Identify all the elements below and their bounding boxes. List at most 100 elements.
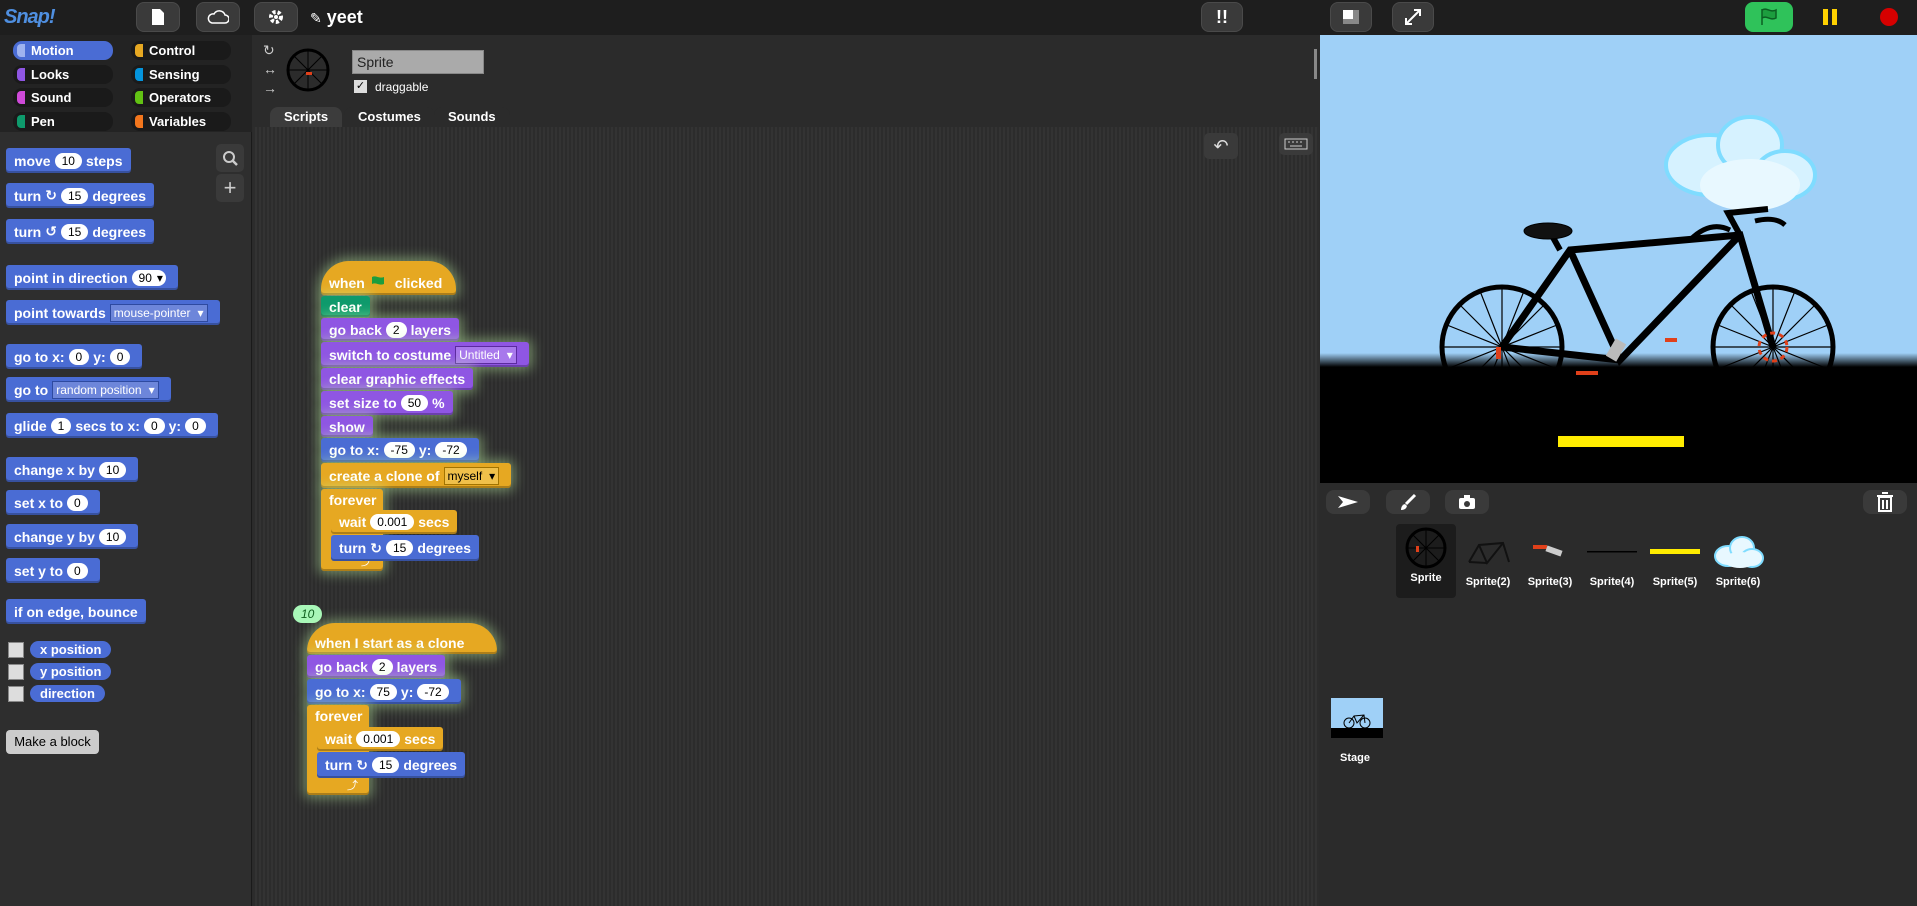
keyboard-entry-button[interactable] (1279, 133, 1313, 155)
block-input[interactable]: 15 (385, 540, 414, 556)
make-a-block-button[interactable]: Make a block (6, 730, 99, 754)
stop-button[interactable] (1868, 2, 1910, 32)
reporter-x-position[interactable]: x position (30, 641, 112, 658)
resize-handle[interactable] (1314, 49, 1317, 79)
category-sound[interactable]: Sound (13, 88, 113, 107)
draggable-checkbox[interactable]: ✓ (354, 80, 367, 93)
block-go-back-layers-2[interactable]: go back 2 layers (307, 655, 446, 678)
block-turn-counterclockwise[interactable]: turn ↺ 15 degrees (6, 219, 155, 244)
block-input[interactable]: 75 (369, 683, 397, 700)
block-bounce[interactable]: if on edge, bounce (6, 599, 146, 624)
category-pen[interactable]: Pen (13, 112, 113, 131)
category-motion[interactable]: Motion (13, 41, 113, 60)
category-looks[interactable]: Looks (13, 65, 113, 84)
dont-rotate-icon[interactable]: → (263, 79, 277, 98)
paint-new-sprite-button[interactable] (1386, 490, 1430, 514)
block-turn-script[interactable]: turn ↻ 15 degrees (331, 535, 480, 561)
search-blocks-button[interactable] (216, 144, 244, 172)
category-operators[interactable]: Operators (131, 88, 231, 107)
block-set-x[interactable]: set x to 0 (6, 490, 100, 515)
scripting-area[interactable]: ↶ when clicked clear go back 2 layers sw… (253, 127, 1319, 906)
block-input[interactable]: -72 (417, 683, 449, 700)
settings-menu-button[interactable] (254, 2, 298, 32)
tab-costumes[interactable]: Costumes (344, 107, 435, 127)
block-glide[interactable]: glide 1 secs to x: 0 y: 0 (6, 413, 218, 438)
y-position-watcher-checkbox[interactable] (8, 664, 24, 680)
block-set-size[interactable]: set size to 50 % (321, 391, 453, 415)
block-input[interactable]: 10 (54, 152, 82, 169)
make-block-plus-button[interactable]: + (216, 174, 244, 202)
pause-button[interactable] (1809, 2, 1851, 32)
block-input[interactable]: 0 (185, 417, 206, 434)
undo-button[interactable]: ↶ (1204, 133, 1238, 159)
stage-size-button[interactable] (1330, 2, 1372, 32)
delete-sprite-button[interactable] (1863, 490, 1907, 514)
block-wait-2[interactable]: wait 0.001 secs (317, 727, 444, 751)
snap-logo[interactable]: Snap! (4, 3, 62, 31)
block-go-to-xy-script[interactable]: go to x: -75 y: -72 (321, 438, 479, 462)
block-point-in-direction[interactable]: point in direction 90 ▾ (6, 265, 178, 290)
rotate-all-around-icon[interactable]: ↻ (263, 41, 277, 60)
block-switch-costume[interactable]: switch to costume Untitled (321, 342, 529, 367)
reporter-direction[interactable]: direction (30, 685, 105, 702)
category-control[interactable]: Control (131, 41, 231, 60)
block-input[interactable]: 15 (60, 187, 89, 204)
block-input[interactable]: -72 (435, 442, 467, 458)
block-change-x[interactable]: change x by 10 (6, 457, 139, 482)
tab-scripts[interactable]: Scripts (270, 107, 343, 127)
block-input[interactable]: 15 (60, 223, 89, 240)
sprite-name-field[interactable]: Sprite (352, 50, 484, 74)
block-input[interactable]: 10 (98, 461, 127, 478)
block-input[interactable]: 0 (67, 494, 88, 511)
block-wait[interactable]: wait 0.001 secs (331, 510, 458, 534)
block-input[interactable]: 2 (371, 658, 393, 675)
green-flag-button[interactable] (1745, 2, 1793, 32)
category-sensing[interactable]: Sensing (131, 65, 231, 84)
block-input[interactable]: 0.001 (356, 731, 401, 747)
when-flag-clicked-hat[interactable]: when clicked (321, 261, 456, 295)
direction-watcher-checkbox[interactable] (8, 686, 24, 702)
block-turn-script-2[interactable]: turn ↻ 15 degrees (317, 752, 466, 778)
block-go-to[interactable]: go to random position (6, 377, 171, 402)
camera-sprite-button[interactable] (1445, 490, 1489, 514)
block-change-y[interactable]: change y by 10 (6, 524, 139, 549)
block-input[interactable]: 2 (385, 321, 407, 338)
block-input[interactable]: 1 (50, 417, 72, 434)
cloud-menu-button[interactable] (196, 2, 240, 32)
tab-sounds[interactable]: Sounds (434, 107, 510, 127)
block-input[interactable]: -75 (383, 442, 415, 458)
corral-sprite-2-tile[interactable]: Sprite(2) (1458, 528, 1518, 602)
when-i-start-as-clone-hat[interactable]: when I start as a clone (307, 623, 497, 654)
block-clear[interactable]: clear (321, 296, 370, 317)
block-input[interactable]: 0 (143, 417, 165, 434)
block-input[interactable]: 90 ▾ (131, 269, 166, 286)
reporter-y-position[interactable]: y position (30, 663, 112, 680)
corral-sprite-1[interactable]: Sprite (1396, 524, 1456, 598)
block-input[interactable]: 0.001 (370, 514, 415, 530)
prefer-smooth-animations-button[interactable]: !! (1201, 2, 1243, 32)
file-menu-button[interactable] (136, 2, 180, 32)
block-turn-clockwise[interactable]: turn ↻ 15 degrees (6, 183, 155, 208)
stage[interactable] (1320, 35, 1917, 483)
stage-thumbnail[interactable] (1331, 698, 1383, 738)
x-position-watcher-checkbox[interactable] (8, 642, 24, 658)
corral-sprite-6-tile[interactable]: Sprite(6) (1708, 528, 1768, 602)
block-go-to-xy-script-2[interactable]: go to x: 75 y: -72 (307, 679, 461, 704)
block-input[interactable]: 0 (68, 348, 90, 365)
block-move[interactable]: move 10 steps (6, 148, 131, 173)
left-right-only-icon[interactable]: ↔ (263, 60, 277, 79)
presentation-mode-button[interactable] (1392, 2, 1434, 32)
add-turtle-sprite-button[interactable] (1326, 490, 1370, 514)
corral-sprite-5-tile[interactable]: Sprite(5) (1645, 528, 1705, 602)
block-dropdown[interactable]: myself (443, 466, 500, 485)
block-point-towards[interactable]: point towards mouse-pointer (6, 300, 220, 325)
block-input[interactable]: 10 (98, 528, 127, 545)
block-input[interactable]: 0 (67, 562, 88, 579)
block-input[interactable]: 0 (109, 348, 131, 365)
block-set-y[interactable]: set y to 0 (6, 558, 100, 583)
block-dropdown[interactable]: mouse-pointer (109, 303, 208, 322)
block-go-to-xy[interactable]: go to x: 0 y: 0 (6, 344, 143, 369)
block-go-back-layers[interactable]: go back 2 layers (321, 318, 460, 341)
block-clear-graphic-effects[interactable]: clear graphic effects (321, 368, 474, 390)
block-input[interactable]: 15 (371, 757, 400, 773)
